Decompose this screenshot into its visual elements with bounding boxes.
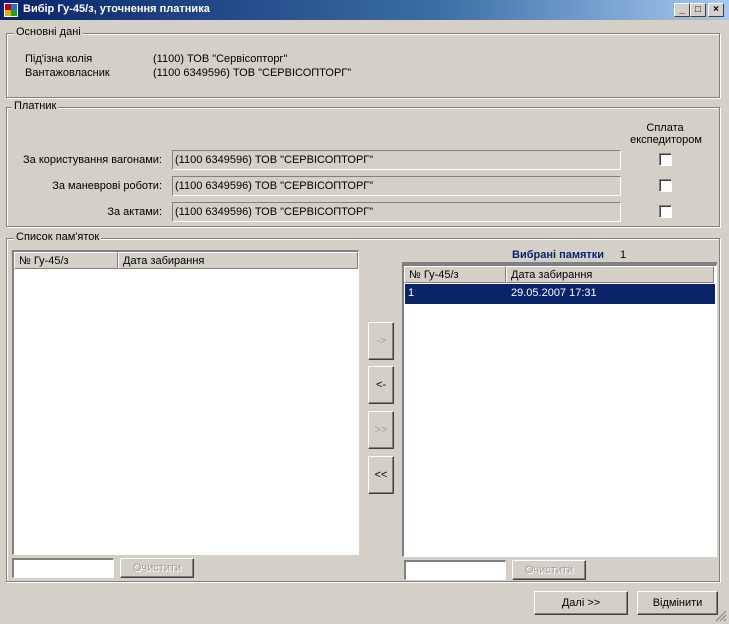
available-filter-input[interactable] (12, 558, 114, 578)
resize-grip-icon[interactable] (715, 610, 727, 622)
maximize-icon[interactable]: □ (690, 3, 706, 17)
title-bar[interactable]: Вибір Гу-45/з, уточнення платника _ □ × (0, 0, 729, 20)
selected-memos-count: 1 (620, 249, 627, 261)
selected-memos-header: Вибрані памятки 1 (402, 247, 717, 264)
selected-memos-title: Вибрані памятки (512, 249, 605, 261)
selected-clear-button[interactable]: Очистити (512, 560, 586, 580)
add-all-button[interactable]: >> (368, 411, 394, 449)
available-col-number[interactable]: № Гу-45/з (14, 252, 118, 269)
shunting-label: За маневрові роботи: (52, 180, 162, 192)
forwarder-payment-header: Сплата (646, 122, 684, 134)
siding-label: Під'ізна колія (25, 53, 93, 65)
table-row[interactable]: 1 29.05.2007 17:31 (405, 284, 715, 304)
basic-data-legend: Основні дані (14, 26, 83, 38)
cancel-button[interactable]: Відмінити (637, 591, 718, 615)
cargo-owner-label: Вантажовласник (25, 67, 110, 79)
remove-one-button[interactable]: <- (368, 366, 394, 404)
app-icon (3, 2, 19, 18)
selected-filter-input[interactable] (404, 560, 506, 580)
selected-row-number: 1 (408, 287, 415, 299)
wagon-usage-forwarder-checkbox[interactable] (659, 153, 672, 166)
available-col-date[interactable]: Дата забирання (118, 252, 358, 269)
basic-data-group (6, 33, 720, 98)
add-one-button[interactable]: -> (368, 322, 394, 360)
selected-col-number[interactable]: № Гу-45/з (404, 266, 506, 283)
shunting-forwarder-checkbox[interactable] (659, 179, 672, 192)
minimize-icon[interactable]: _ (674, 3, 690, 17)
memo-list-legend: Список пам'яток (14, 231, 102, 243)
selected-col-date[interactable]: Дата забирання (506, 266, 714, 283)
siding-value: (1100) ТОВ "Сервісопторг" (153, 53, 288, 65)
available-memos-list[interactable]: № Гу-45/з Дата забирання (12, 250, 359, 555)
next-button[interactable]: Далі >> (534, 591, 628, 615)
wagon-usage-payer-field[interactable]: (1100 6349596) ТОВ "СЕРВІСОПТОРГ" (172, 150, 621, 170)
forwarder-payment-header-2: експедитором (630, 134, 702, 146)
acts-label: За актами: (107, 206, 162, 218)
wagon-usage-label: За користування вагонами: (23, 154, 162, 166)
selected-memos-list[interactable]: № Гу-45/з Дата забирання 1 29.05.2007 17… (402, 264, 717, 557)
acts-payer-field[interactable]: (1100 6349596) ТОВ "СЕРВІСОПТОРГ" (172, 202, 621, 222)
cargo-owner-value: (1100 6349596) ТОВ "СЕРВІСОПТОРГ" (153, 67, 352, 79)
selected-row-date: 29.05.2007 17:31 (511, 287, 597, 299)
payer-legend: Платник (12, 100, 59, 112)
shunting-payer-field[interactable]: (1100 6349596) ТОВ "СЕРВІСОПТОРГ" (172, 176, 621, 196)
acts-forwarder-checkbox[interactable] (659, 205, 672, 218)
window-title: Вибір Гу-45/з, уточнення платника (23, 3, 210, 15)
available-clear-button[interactable]: Очистити (120, 558, 194, 578)
remove-all-button[interactable]: << (368, 456, 394, 494)
close-icon[interactable]: × (708, 3, 724, 17)
